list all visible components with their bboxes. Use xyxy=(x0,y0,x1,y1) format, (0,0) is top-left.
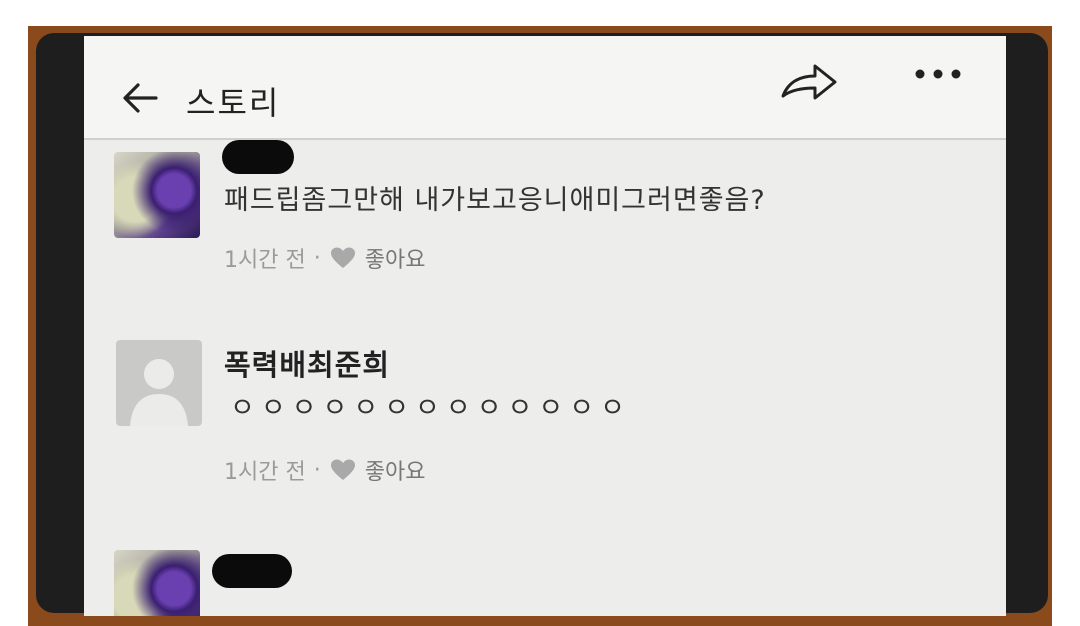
heart-icon[interactable] xyxy=(329,458,357,482)
arrow-left-icon[interactable] xyxy=(120,80,160,116)
meta-separator: · xyxy=(313,245,321,271)
comment-time: 1시간 전 xyxy=(224,460,306,485)
more-dots-icon[interactable] xyxy=(910,60,970,90)
avatar[interactable] xyxy=(114,550,200,616)
comment-time: 1시간 전 xyxy=(224,248,306,273)
comment-meta: 1시간 전 · 좋아요 xyxy=(224,242,425,274)
meta-separator: · xyxy=(313,457,321,483)
app-screen: 스토리 패드립좀그만해 내가보고응니애미그러면좋음? 1시간 전 · 좋아요 폭… xyxy=(84,36,1006,616)
share-arrow-icon[interactable] xyxy=(779,58,839,108)
comment-item: 폭력배최준희 ㅇㅇㅇㅇㅇㅇㅇㅇㅇㅇㅇㅇㅇ 1시간 전 · 좋아요 xyxy=(84,336,1006,496)
redacted-author xyxy=(222,140,294,174)
like-button[interactable]: 좋아요 xyxy=(365,242,426,274)
person-silhouette-icon xyxy=(130,359,188,426)
like-button[interactable]: 좋아요 xyxy=(365,454,426,486)
app-header: 스토리 xyxy=(84,36,1006,140)
comment-item xyxy=(84,542,1006,616)
avatar-default[interactable] xyxy=(116,340,202,426)
heart-icon[interactable] xyxy=(329,246,357,270)
page-title: 스토리 xyxy=(186,84,281,122)
comment-item: 패드립좀그만해 내가보고응니애미그러면좋음? 1시간 전 · 좋아요 xyxy=(84,138,1006,298)
avatar[interactable] xyxy=(114,152,200,238)
comment-text: ㅇㅇㅇㅇㅇㅇㅇㅇㅇㅇㅇㅇㅇ xyxy=(230,393,631,424)
comment-author[interactable]: 폭력배최준희 xyxy=(224,342,390,384)
comment-text: 패드립좀그만해 내가보고응니애미그러면좋음? xyxy=(224,185,766,216)
comment-meta: 1시간 전 · 좋아요 xyxy=(224,454,425,486)
redacted-author xyxy=(212,554,292,588)
